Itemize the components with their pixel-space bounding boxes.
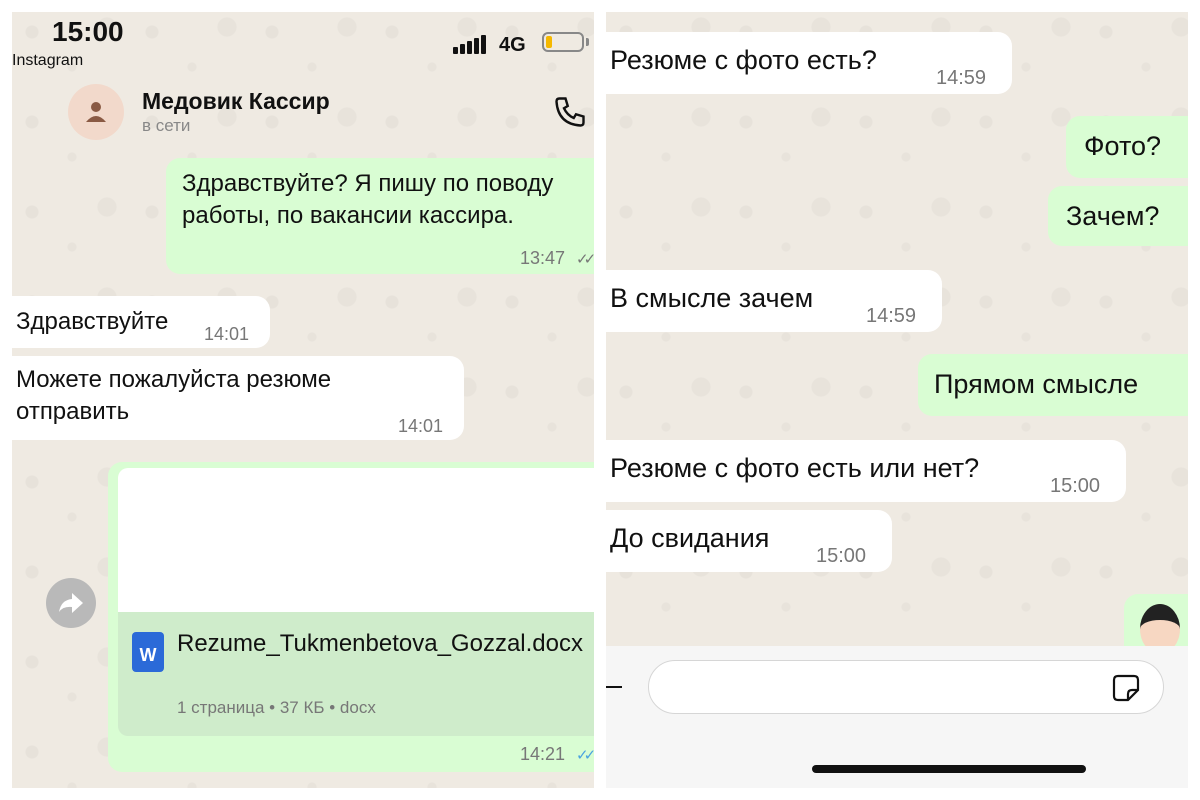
message-text: Можете пожалуйста резюме отправить <box>16 366 332 425</box>
message-incoming[interactable]: Резюме с фото есть? 14:59 <box>606 32 1012 94</box>
message-time: 14:21 <box>520 744 566 764</box>
message-time: 14:01 <box>204 324 250 344</box>
delivered-ticks-icon: ✓✓ <box>576 251 594 268</box>
message-text: Прямом смысле <box>934 369 1139 399</box>
message-text: До свидания <box>610 523 770 553</box>
message-incoming[interactable]: В смысле зачем 14:59 <box>606 270 942 332</box>
message-text: Резюме с фото есть? <box>610 45 877 75</box>
message-time: 13:47 <box>520 248 566 268</box>
document-filename[interactable]: Rezume_Tukmenbetova_Gozzal.docx <box>177 628 594 660</box>
message-time: 15:00 <box>816 545 867 567</box>
message-outgoing[interactable]: Прямом смысле <box>918 354 1188 416</box>
message-outgoing[interactable]: Зачем? <box>1048 186 1188 246</box>
contact-status: в сети <box>142 116 191 135</box>
signal-icon <box>453 34 489 54</box>
status-time: 15:00 <box>52 16 124 47</box>
chat-screenshot-right: Резюме с фото есть? 14:59 Фото? Зачем? В… <box>606 12 1188 788</box>
sticker-icon[interactable] <box>1110 672 1142 704</box>
chat-screenshot-left: 15:00 Instagram 4G Медовик Кассир в сети… <box>12 12 594 788</box>
network-label: 4G <box>499 34 526 56</box>
document-meta: 1 страница • 37 КБ • docx <box>177 698 376 717</box>
home-indicator <box>812 765 1086 773</box>
message-text: Здравствуйте <box>16 308 169 335</box>
document-preview[interactable] <box>118 468 594 612</box>
back-to-app-label[interactable]: Instagram <box>12 52 83 70</box>
message-incoming[interactable]: Резюме с фото есть или нет? 15:00 <box>606 440 1126 502</box>
message-text: В смысле зачем <box>610 283 814 313</box>
forward-button[interactable] <box>46 578 96 628</box>
message-text: Фото? <box>1084 131 1162 161</box>
attach-plus-icon[interactable] <box>606 678 624 696</box>
contact-name[interactable]: Медовик Кассир <box>142 88 330 115</box>
message-time: 15:00 <box>1050 475 1101 497</box>
message-time: 14:59 <box>866 305 917 327</box>
message-incoming[interactable]: Здравствуйте 14:01 <box>12 296 270 348</box>
person-icon <box>86 102 106 122</box>
phone-icon[interactable] <box>552 94 588 130</box>
message-text: Зачем? <box>1066 201 1160 231</box>
message-time: 14:59 <box>936 67 987 89</box>
message-text: Здравствуйте? Я пишу по поводу работы, п… <box>182 170 554 229</box>
sticker-image <box>1140 604 1180 652</box>
message-incoming[interactable]: До свидания 15:00 <box>606 510 892 572</box>
message-outgoing[interactable]: Фото? <box>1066 116 1188 178</box>
sticker-message[interactable] <box>1124 594 1188 652</box>
message-time: 14:01 <box>398 416 444 436</box>
forward-arrow-icon <box>59 593 83 613</box>
message-input[interactable] <box>648 660 1164 714</box>
word-document-icon: W <box>132 632 164 672</box>
message-outgoing[interactable]: Здравствуйте? Я пишу по поводу работы, п… <box>166 158 594 274</box>
message-incoming[interactable]: Можете пожалуйста резюме отправить 14:01 <box>12 356 464 440</box>
read-ticks-icon: ✓✓ <box>576 747 594 764</box>
message-text: Резюме с фото есть или нет? <box>610 453 980 483</box>
battery-icon <box>542 32 584 52</box>
battery-cap <box>586 38 589 46</box>
contact-avatar[interactable] <box>68 84 124 140</box>
